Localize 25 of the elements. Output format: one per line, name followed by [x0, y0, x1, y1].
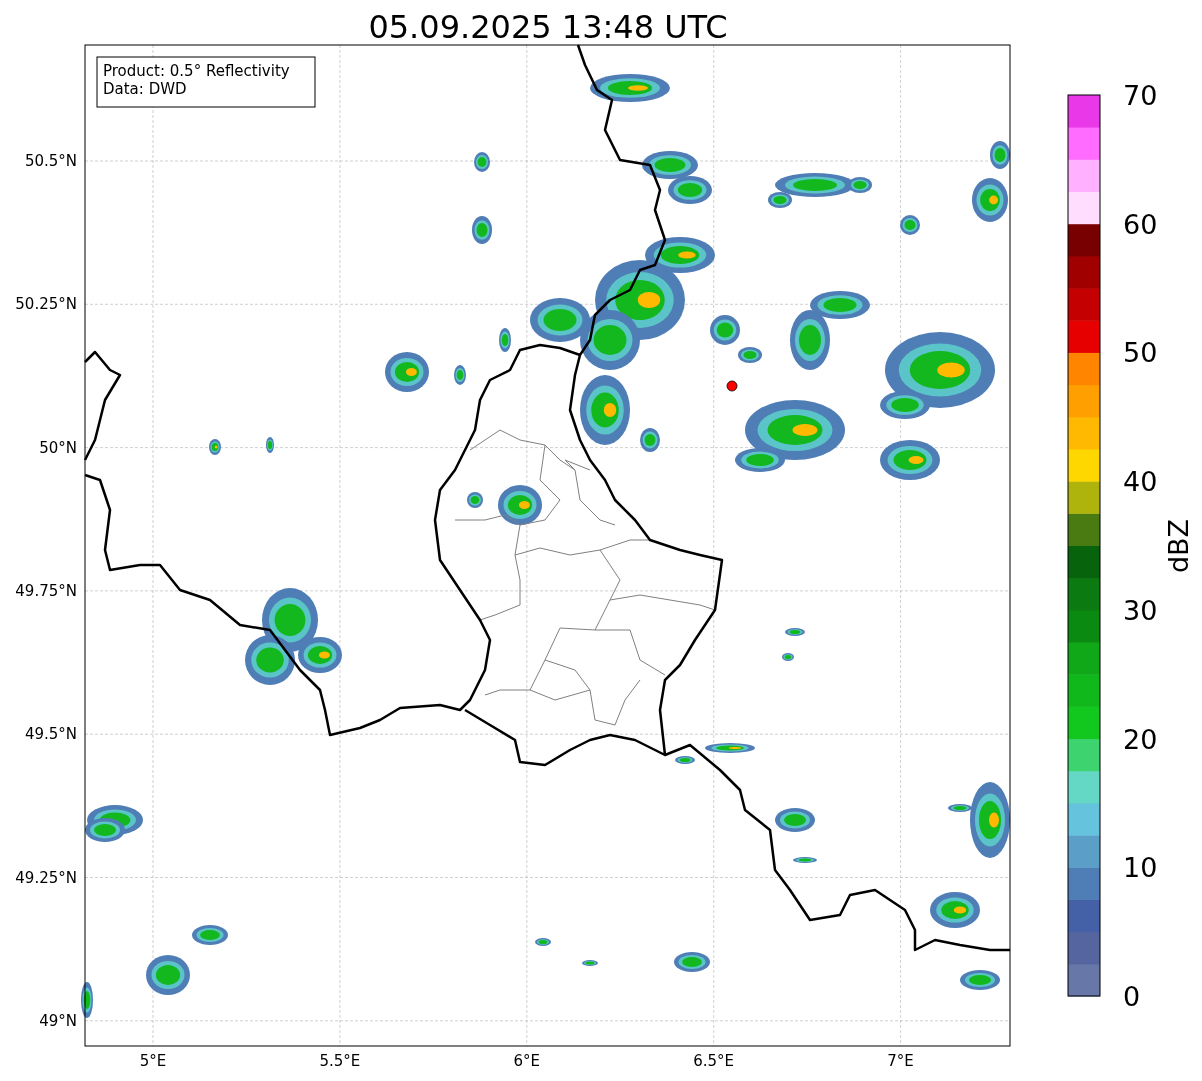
legend-text: Data: DWD — [103, 80, 187, 98]
latitude-label: 49.5°N — [24, 725, 77, 744]
colorbar-tick-label: 60 — [1123, 208, 1158, 240]
latitude-label: 49.75°N — [15, 581, 77, 600]
colorbar-tick-label: 20 — [1123, 723, 1158, 755]
latitude-label: 50.25°N — [15, 295, 77, 314]
latitude-label: 49.25°N — [15, 868, 77, 887]
longitude-label: 7°E — [887, 1052, 914, 1070]
latitude-label: 50°N — [39, 438, 77, 457]
latitude-label: 50.5°N — [24, 152, 77, 170]
legend-text: Product: 0.5° Reflectivity — [103, 62, 290, 80]
colorbar-tick-label: 40 — [1123, 466, 1158, 498]
colorbar-tick-label: 50 — [1123, 337, 1158, 369]
colorbar-tick-label: 70 — [1123, 80, 1158, 111]
longitude-label: 6°E — [513, 1052, 541, 1070]
latitude-label: 49°N — [39, 1011, 77, 1030]
longitude-label: 5°E — [139, 1052, 167, 1070]
longitude-label: 5.5°E — [319, 1052, 361, 1070]
longitude-label: 6.5°E — [693, 1052, 735, 1070]
colorbar-label: dBZ — [1163, 518, 1194, 574]
colorbar-tick-label: 30 — [1123, 594, 1158, 626]
colorbar-tick-label: 0 — [1123, 981, 1141, 1012]
location-marker-icon — [726, 380, 738, 392]
colorbar-tick-label: 10 — [1123, 852, 1158, 884]
chart-title: 05.09.2025 13:48 UTC — [368, 8, 728, 46]
